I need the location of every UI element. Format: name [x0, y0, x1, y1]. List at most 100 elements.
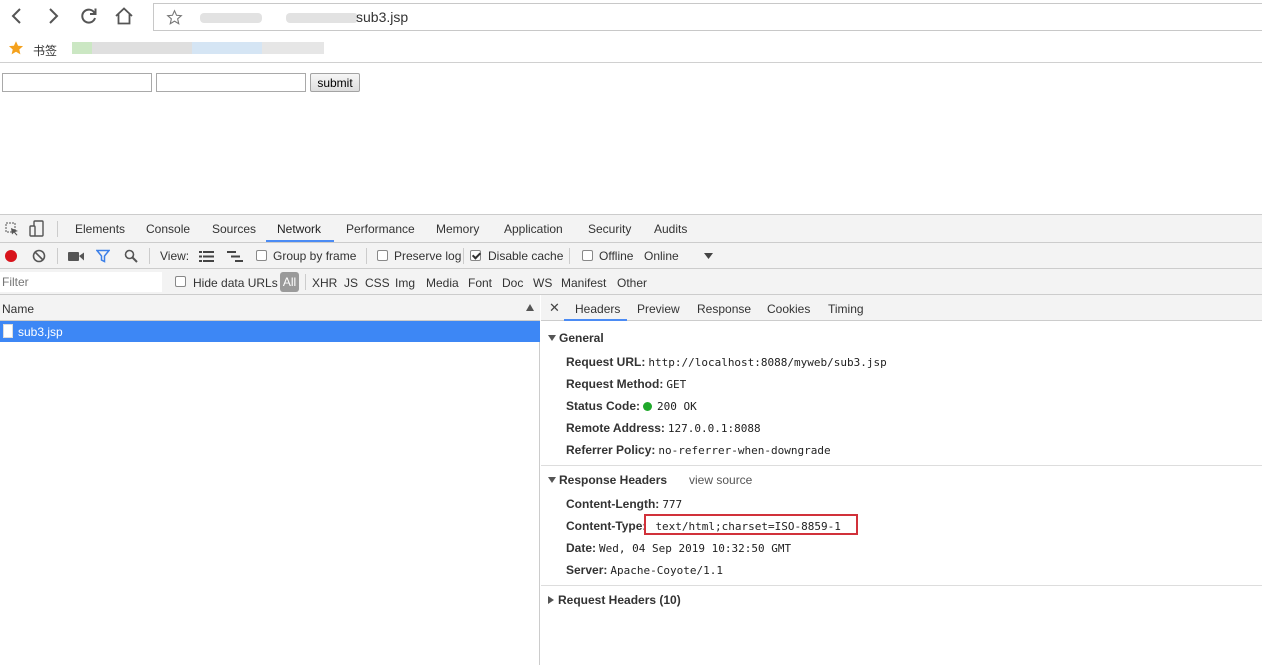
- request-headers-section-header[interactable]: Request Headers (10): [548, 593, 681, 607]
- tab-headers[interactable]: Headers: [575, 302, 620, 316]
- close-icon[interactable]: ✕: [549, 300, 560, 316]
- back-button[interactable]: [4, 4, 30, 28]
- forward-arrow-icon: [49, 8, 59, 24]
- second-text-input[interactable]: [156, 73, 306, 92]
- general-row: Remote Address: 127.0.0.1:8088: [566, 421, 761, 435]
- tab-network[interactable]: Network: [277, 222, 321, 236]
- filter-type-other[interactable]: Other: [617, 276, 647, 290]
- tab-security[interactable]: Security: [588, 222, 631, 236]
- tab-response[interactable]: Response: [697, 302, 751, 316]
- hide-data-urls-label[interactable]: Hide data URLs: [193, 276, 278, 290]
- tab-console[interactable]: Console: [146, 222, 190, 236]
- reload-icon: [81, 8, 97, 24]
- view-label: View:: [160, 249, 190, 263]
- response-header-row: Date: Wed, 04 Sep 2019 10:32:50 GMT: [566, 541, 791, 555]
- filter-type-xhr[interactable]: XHR: [312, 276, 337, 290]
- back-arrow-icon: [11, 8, 21, 24]
- blurred-bookmark: [192, 42, 262, 54]
- blurred-url-part: [286, 13, 358, 23]
- clear-icon[interactable]: [32, 249, 46, 263]
- disable-cache-label[interactable]: Disable cache: [488, 249, 563, 263]
- active-tab-indicator: [266, 240, 334, 242]
- toolbar-divider: [57, 248, 58, 264]
- offline-checkbox[interactable]: [582, 250, 593, 261]
- header-key: Server:: [566, 563, 608, 577]
- group-by-frame-label[interactable]: Group by frame: [273, 249, 356, 263]
- preserve-log-checkbox[interactable]: [377, 250, 388, 261]
- response-headers-section-header[interactable]: Response Headers: [548, 473, 667, 487]
- section-divider: [541, 585, 1262, 586]
- filter-type-manifest[interactable]: Manifest: [561, 276, 606, 290]
- hide-data-urls-checkbox[interactable]: [175, 276, 186, 287]
- header-key: Status Code:: [566, 399, 641, 413]
- filter-type-css[interactable]: CSS: [365, 276, 390, 290]
- filter-type-ws[interactable]: WS: [533, 276, 552, 290]
- response-header-row: Server: Apache-Coyote/1.1: [566, 563, 723, 577]
- header-value: Wed, 04 Sep 2019 10:32:50 GMT: [599, 542, 792, 555]
- record-icon[interactable]: [4, 249, 18, 263]
- blurred-url-part: [200, 13, 262, 23]
- filter-funnel-icon[interactable]: [96, 249, 110, 263]
- device-toolbar-icon[interactable]: [29, 220, 47, 237]
- header-value: no-referrer-when-downgrade: [658, 444, 831, 457]
- inspect-element-icon[interactable]: [5, 222, 19, 236]
- preserve-log-label[interactable]: Preserve log: [394, 249, 461, 263]
- tab-performance[interactable]: Performance: [346, 222, 415, 236]
- filter-input[interactable]: [0, 272, 162, 292]
- header-key: Request Method:: [566, 377, 664, 391]
- request-row[interactable]: sub3.jsp: [0, 321, 540, 342]
- filter-type-all[interactable]: All: [280, 272, 299, 292]
- tab-application[interactable]: Application: [504, 222, 563, 236]
- general-section-header[interactable]: General: [548, 331, 604, 345]
- tab-audits[interactable]: Audits: [654, 222, 687, 236]
- home-button[interactable]: [111, 4, 137, 28]
- request-headers-title: Request Headers (10): [558, 593, 681, 607]
- blurred-bookmark: [262, 42, 324, 54]
- filter-type-img[interactable]: Img: [395, 276, 415, 290]
- tab-timing[interactable]: Timing: [828, 302, 864, 316]
- view-source-link[interactable]: view source: [689, 473, 752, 487]
- submit-button[interactable]: submit: [310, 73, 360, 92]
- filter-type-js[interactable]: JS: [344, 276, 358, 290]
- tab-memory[interactable]: Memory: [436, 222, 479, 236]
- url-text: sub3.jsp: [356, 9, 409, 25]
- tab-elements[interactable]: Elements: [75, 222, 125, 236]
- toolbar-divider: [463, 248, 464, 264]
- blurred-bookmark: [92, 42, 192, 54]
- name-column-label: Name: [2, 302, 35, 316]
- request-name: sub3.jsp: [18, 325, 63, 339]
- reload-button[interactable]: [76, 4, 102, 28]
- toolbar-divider: [366, 248, 367, 264]
- devtools-panel: Elements Console Sources Network Perform…: [0, 214, 1262, 665]
- tab-cookies[interactable]: Cookies: [767, 302, 810, 316]
- tab-sources[interactable]: Sources: [212, 222, 256, 236]
- dropdown-arrow-icon[interactable]: [704, 253, 713, 259]
- throttling-select[interactable]: Online: [644, 249, 679, 263]
- tab-preview[interactable]: Preview: [637, 302, 680, 316]
- first-text-input[interactable]: [2, 73, 152, 92]
- browser-toolbar: sub3.jsp: [0, 0, 1262, 34]
- search-icon[interactable]: [124, 249, 138, 263]
- filter-type-font[interactable]: Font: [468, 276, 492, 290]
- offline-label[interactable]: Offline: [599, 249, 633, 263]
- forward-button[interactable]: [40, 4, 66, 28]
- name-column-header[interactable]: Name: [0, 295, 540, 321]
- active-detail-tab-indicator: [564, 319, 627, 321]
- bookmark-star-icon[interactable]: [166, 9, 183, 26]
- waterfall-overview-icon[interactable]: [227, 251, 243, 262]
- large-rows-icon[interactable]: [199, 251, 214, 262]
- header-value: 777: [662, 498, 683, 511]
- screenshot-camera-icon[interactable]: [68, 251, 84, 262]
- general-row: Status Code: 200 OK: [566, 399, 697, 413]
- disable-cache-checkbox[interactable]: [470, 250, 481, 261]
- filter-type-doc[interactable]: Doc: [502, 276, 523, 290]
- bookmarks-label[interactable]: 书签: [33, 42, 57, 59]
- filter-type-media[interactable]: Media: [426, 276, 459, 290]
- header-key: Request URL:: [566, 355, 646, 369]
- toolbar-divider: [149, 248, 150, 264]
- network-toolbar: View: Group by frame Preserve log Disabl…: [0, 243, 1262, 269]
- status-ok-dot-icon: [643, 402, 653, 411]
- group-by-frame-checkbox[interactable]: [256, 250, 267, 261]
- address-bar[interactable]: sub3.jsp: [153, 3, 1262, 31]
- toolbar-divider: [569, 248, 570, 264]
